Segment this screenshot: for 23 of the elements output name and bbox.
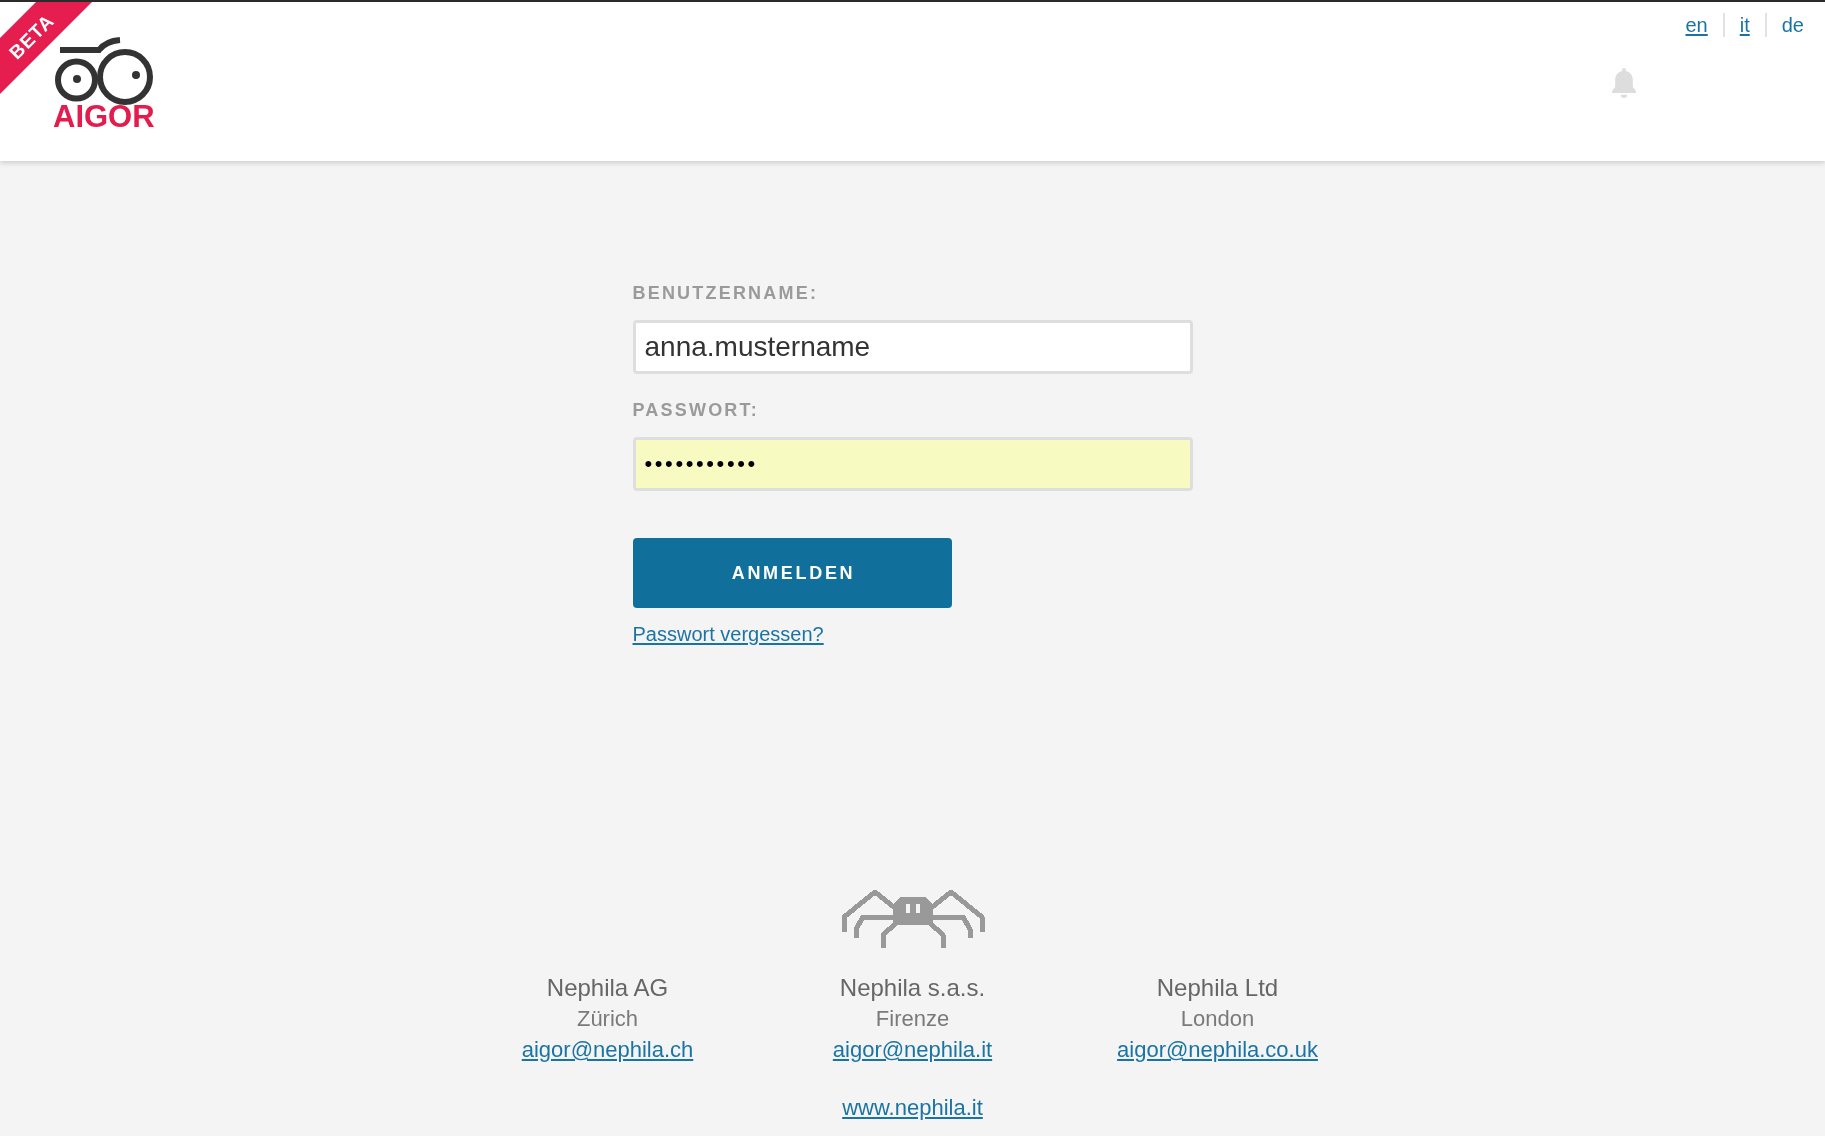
email-link[interactable]: aigor@nephila.it [832,1034,993,1065]
company-name: Nephila AG [546,973,669,1003]
company-name: Nephila Ltd [1156,973,1279,1003]
email-link[interactable]: aigor@nephila.ch [521,1034,694,1065]
logo-wordmark: AIGOR [53,101,156,132]
username-input[interactable]: anna.mustername [632,320,1193,374]
field-label: PASSWORT: [632,400,759,420]
website-link[interactable]: www.nephila.it [842,1092,983,1123]
bell-icon[interactable] [1611,68,1636,98]
login-button[interactable]: ANMELDEN [632,538,952,608]
field-label: BENUTZERNAME: [632,283,819,303]
city-name: Firenze [875,1005,950,1033]
city-name: Zürich [576,1005,639,1033]
email-link[interactable]: aigor@nephila.co.uk [1117,1034,1318,1065]
glasses-icon [52,36,156,106]
company-name: Nephila s.a.s. [839,973,986,1003]
spider-icon [839,889,986,949]
language-link[interactable]: it [1739,13,1750,37]
language-link[interactable]: de [1781,13,1804,37]
forgot-password-link[interactable]: Passwort vergessen? [632,622,824,646]
language-link[interactable]: en [1685,13,1708,37]
password-input[interactable]: ••••••••••• [632,437,1193,491]
city-name: London [1180,1005,1255,1033]
